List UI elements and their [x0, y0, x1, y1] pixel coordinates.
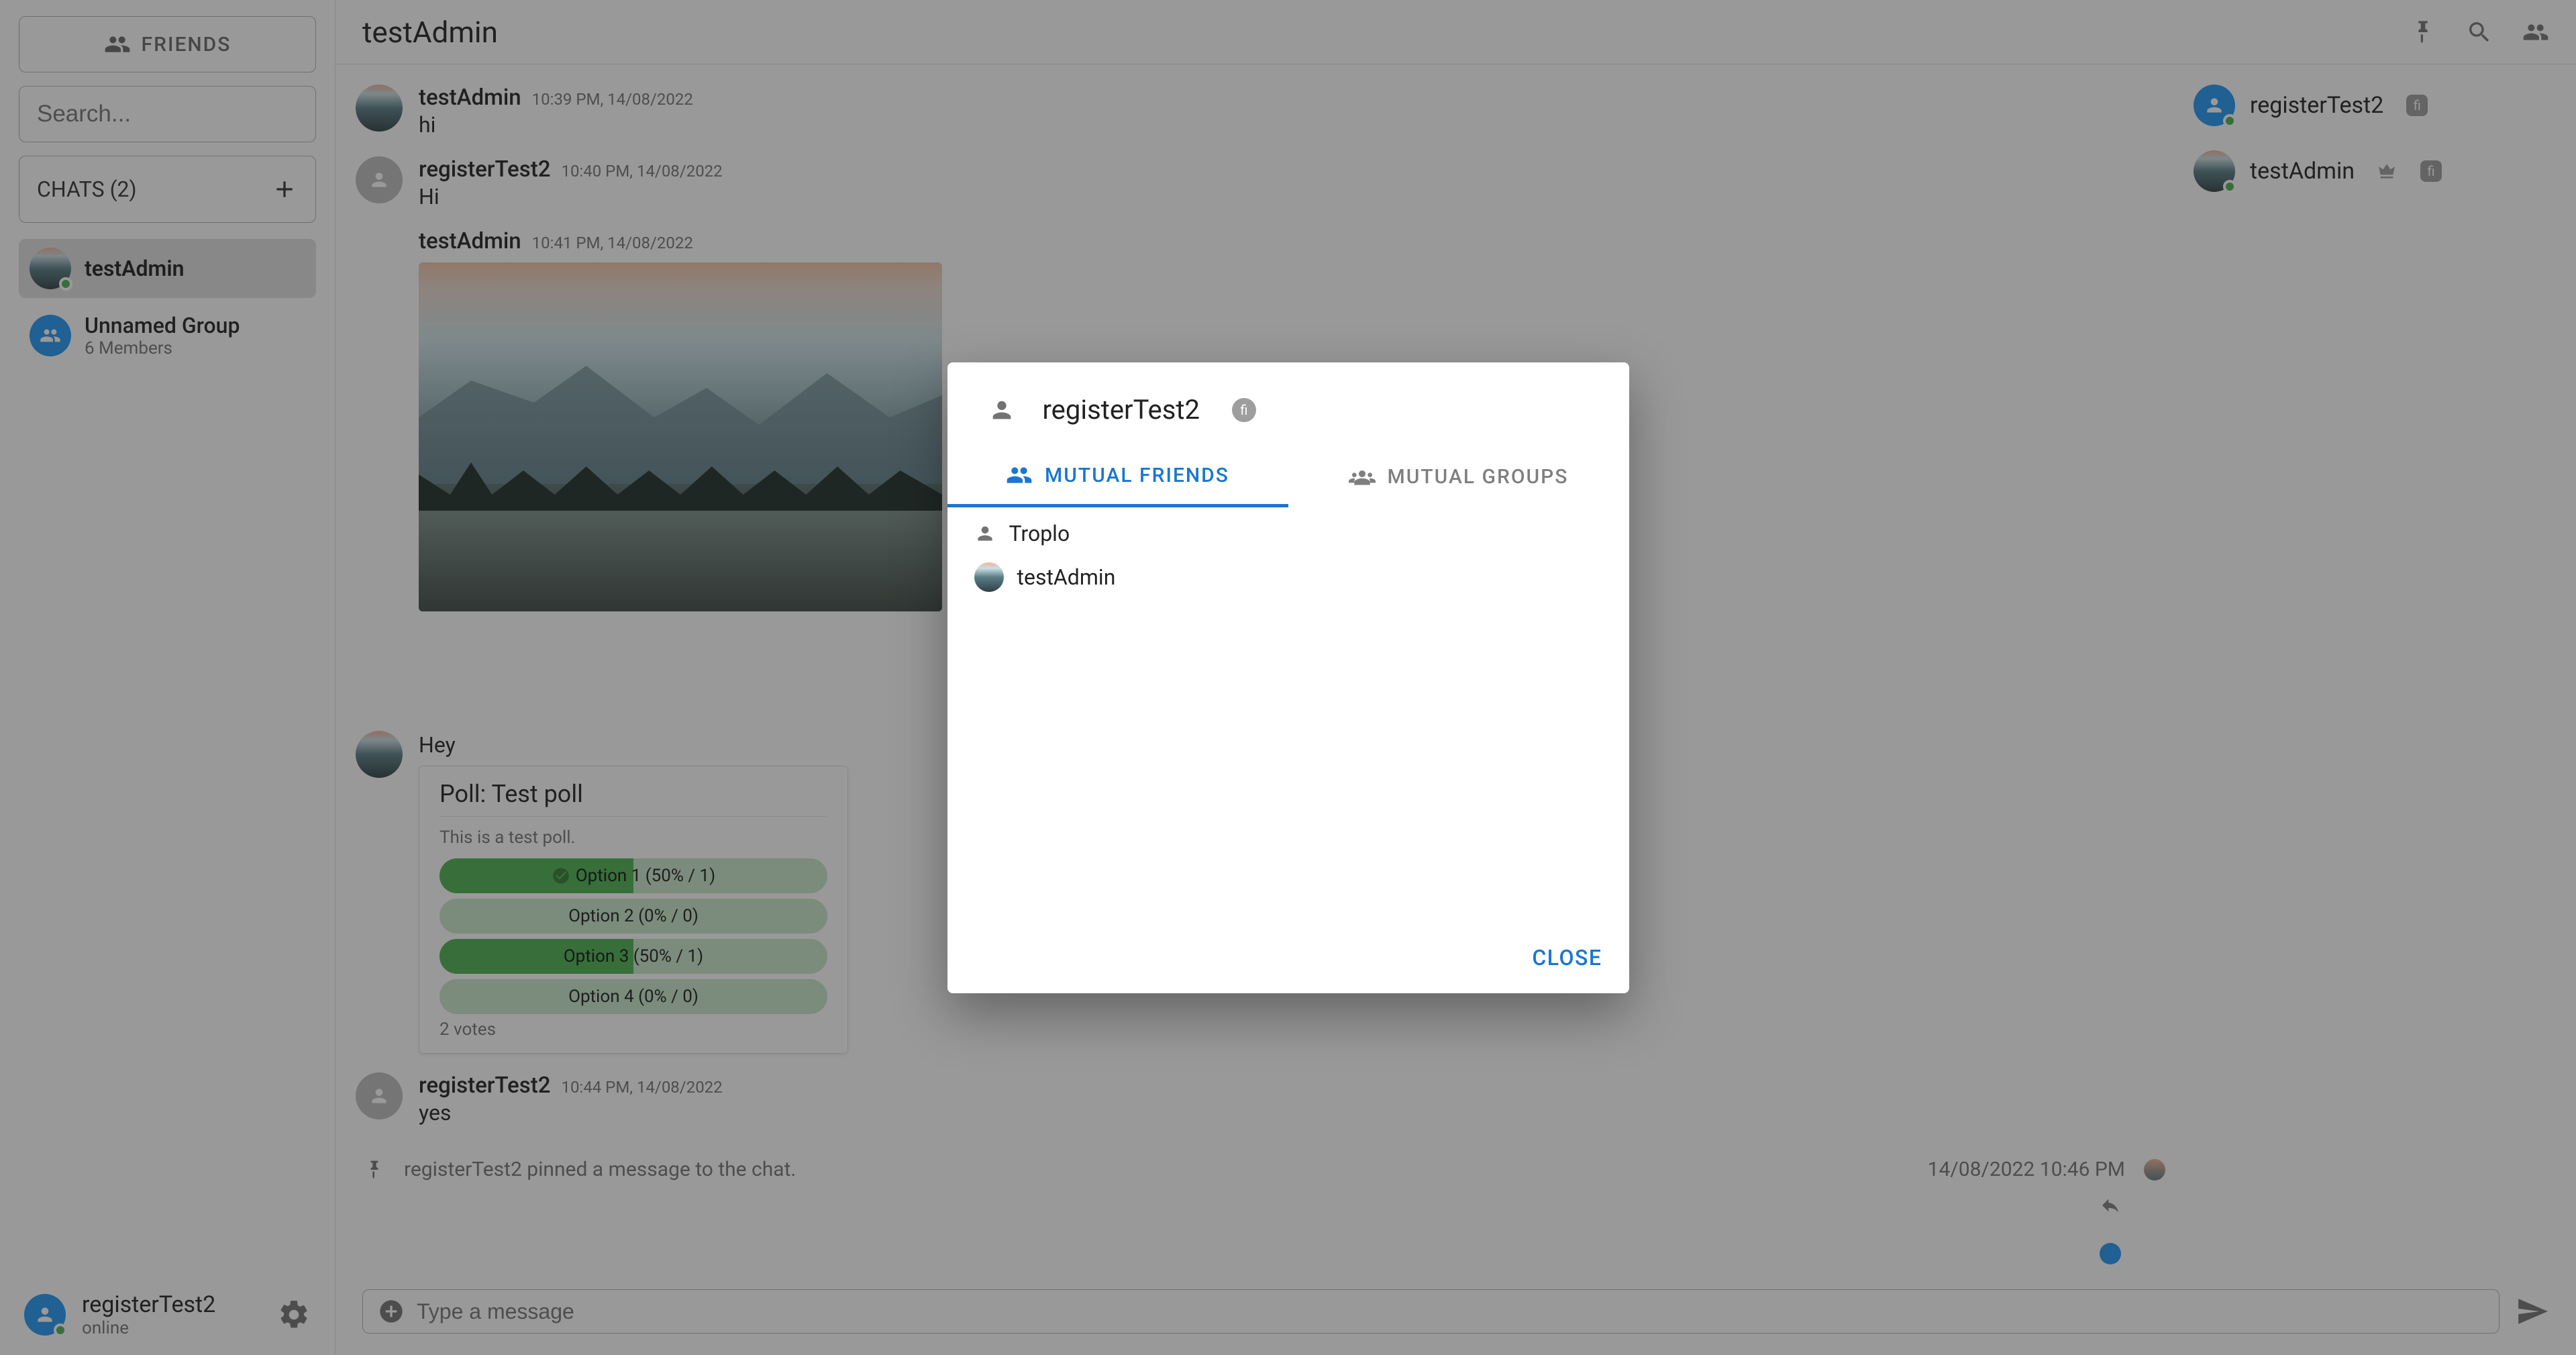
- avatar: [974, 562, 1004, 592]
- friend-name: testAdmin: [1017, 564, 1116, 590]
- person-icon: [985, 393, 1019, 427]
- tab-label: MUTUAL FRIENDS: [1045, 464, 1229, 487]
- tab-mutual-groups[interactable]: MUTUAL GROUPS: [1288, 447, 1629, 507]
- dialog-username: registerTest2: [1043, 394, 1200, 425]
- mutual-friend-row[interactable]: Troplo: [974, 521, 1602, 546]
- dialog-tabs: MUTUAL FRIENDS MUTUAL GROUPS: [947, 447, 1629, 507]
- user-profile-dialog: registerTest2 fi MUTUAL FRIENDS MUTUAL G…: [947, 362, 1629, 993]
- people-icon: [1006, 462, 1033, 489]
- close-button[interactable]: CLOSE: [1532, 945, 1602, 970]
- groups-icon: [1349, 464, 1376, 491]
- dialog-header: registerTest2 fi: [947, 362, 1629, 447]
- person-icon: [974, 523, 996, 544]
- tab-label: MUTUAL GROUPS: [1388, 465, 1569, 489]
- tab-mutual-friends[interactable]: MUTUAL FRIENDS: [947, 447, 1288, 507]
- dialog-body: Troplo testAdmin: [947, 507, 1629, 929]
- friend-name: Troplo: [1009, 521, 1070, 546]
- mutual-friend-row[interactable]: testAdmin: [974, 562, 1602, 592]
- dialog-actions: CLOSE: [947, 929, 1629, 993]
- user-badge: fi: [1232, 398, 1256, 422]
